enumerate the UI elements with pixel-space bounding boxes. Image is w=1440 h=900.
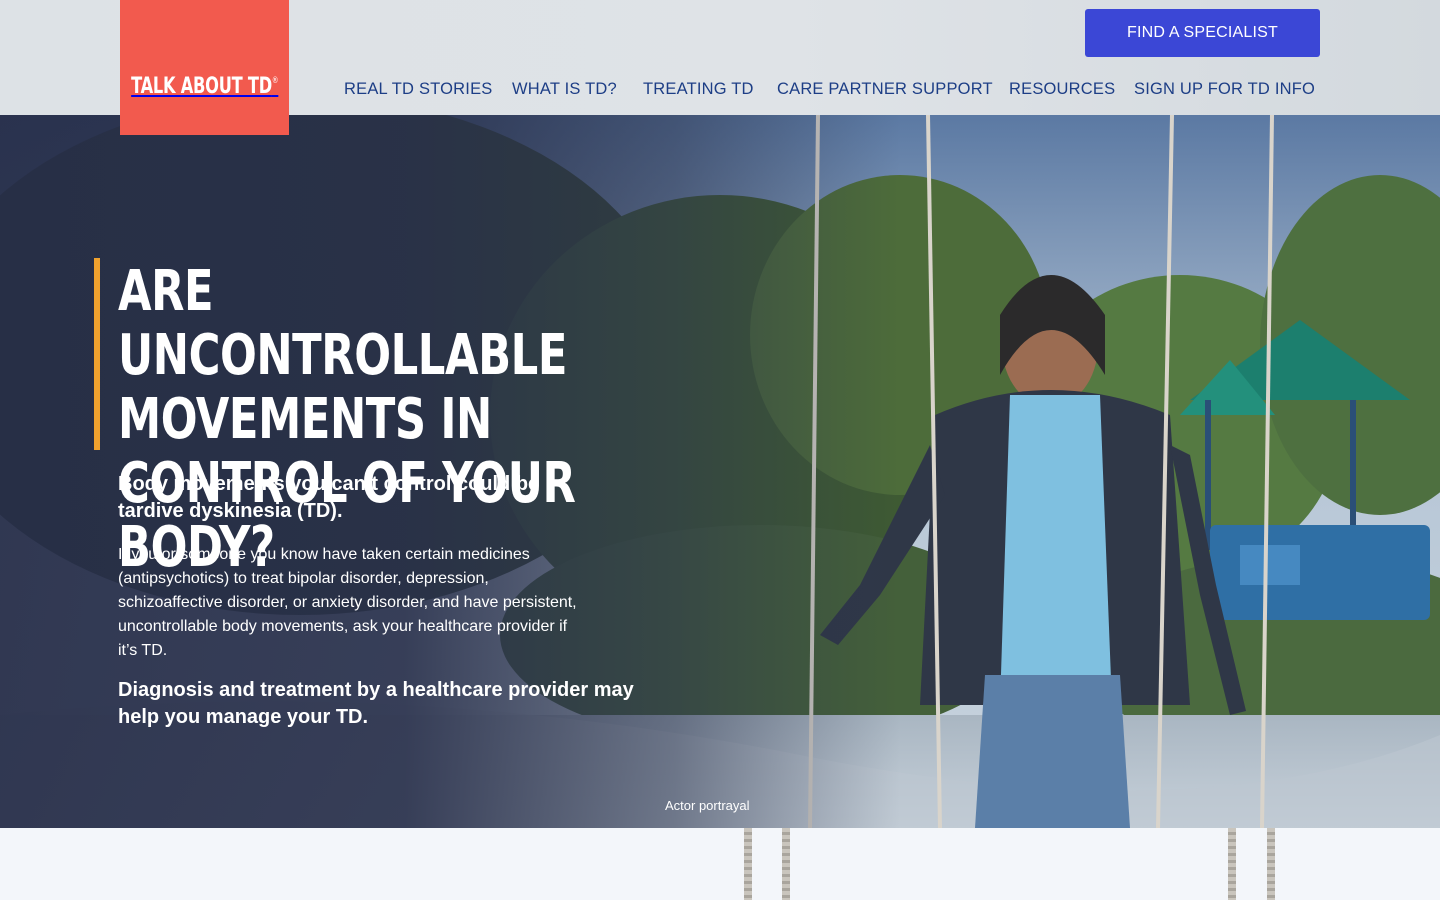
logo-text: TALK ABOUT TD® — [130, 74, 279, 99]
find-specialist-button[interactable]: FIND A SPECIALIST — [1085, 9, 1320, 57]
hero-headline: ARE UNCONTROLLABLE MOVEMENTS IN CONTROL … — [118, 259, 576, 580]
headline-accent-bar — [94, 258, 100, 450]
actor-portrayal-caption: Actor portrayal — [665, 798, 750, 813]
nav-item-sign-up[interactable]: SIGN UP FOR TD INFO — [1134, 80, 1315, 99]
swing-rope — [744, 828, 752, 900]
nav-item-real-td-stories[interactable]: REAL TD STORIES — [344, 80, 493, 99]
swing-rope — [1228, 828, 1236, 900]
nav-item-resources[interactable]: RESOURCES — [1009, 80, 1115, 99]
hero-body-copy: If you or someone you know have taken ce… — [118, 546, 577, 659]
nav-item-what-is-td[interactable]: WHAT IS TD? — [512, 80, 617, 99]
site-logo[interactable]: TALK ABOUT TD® — [120, 0, 289, 135]
swing-rope — [782, 828, 790, 900]
swing-rope — [1267, 828, 1275, 900]
nav-item-treating-td[interactable]: TREATING TD — [643, 80, 754, 99]
hero-section: ARE UNCONTROLLABLE MOVEMENTS IN CONTROL … — [0, 115, 1440, 828]
hero-subhead: Body movements you can’t control could b… — [118, 473, 540, 522]
nav-item-care-partner-support[interactable]: CARE PARTNER SUPPORT — [777, 80, 993, 99]
hero-closing-statement: Diagnosis and treatment by a healthcare … — [118, 679, 634, 728]
